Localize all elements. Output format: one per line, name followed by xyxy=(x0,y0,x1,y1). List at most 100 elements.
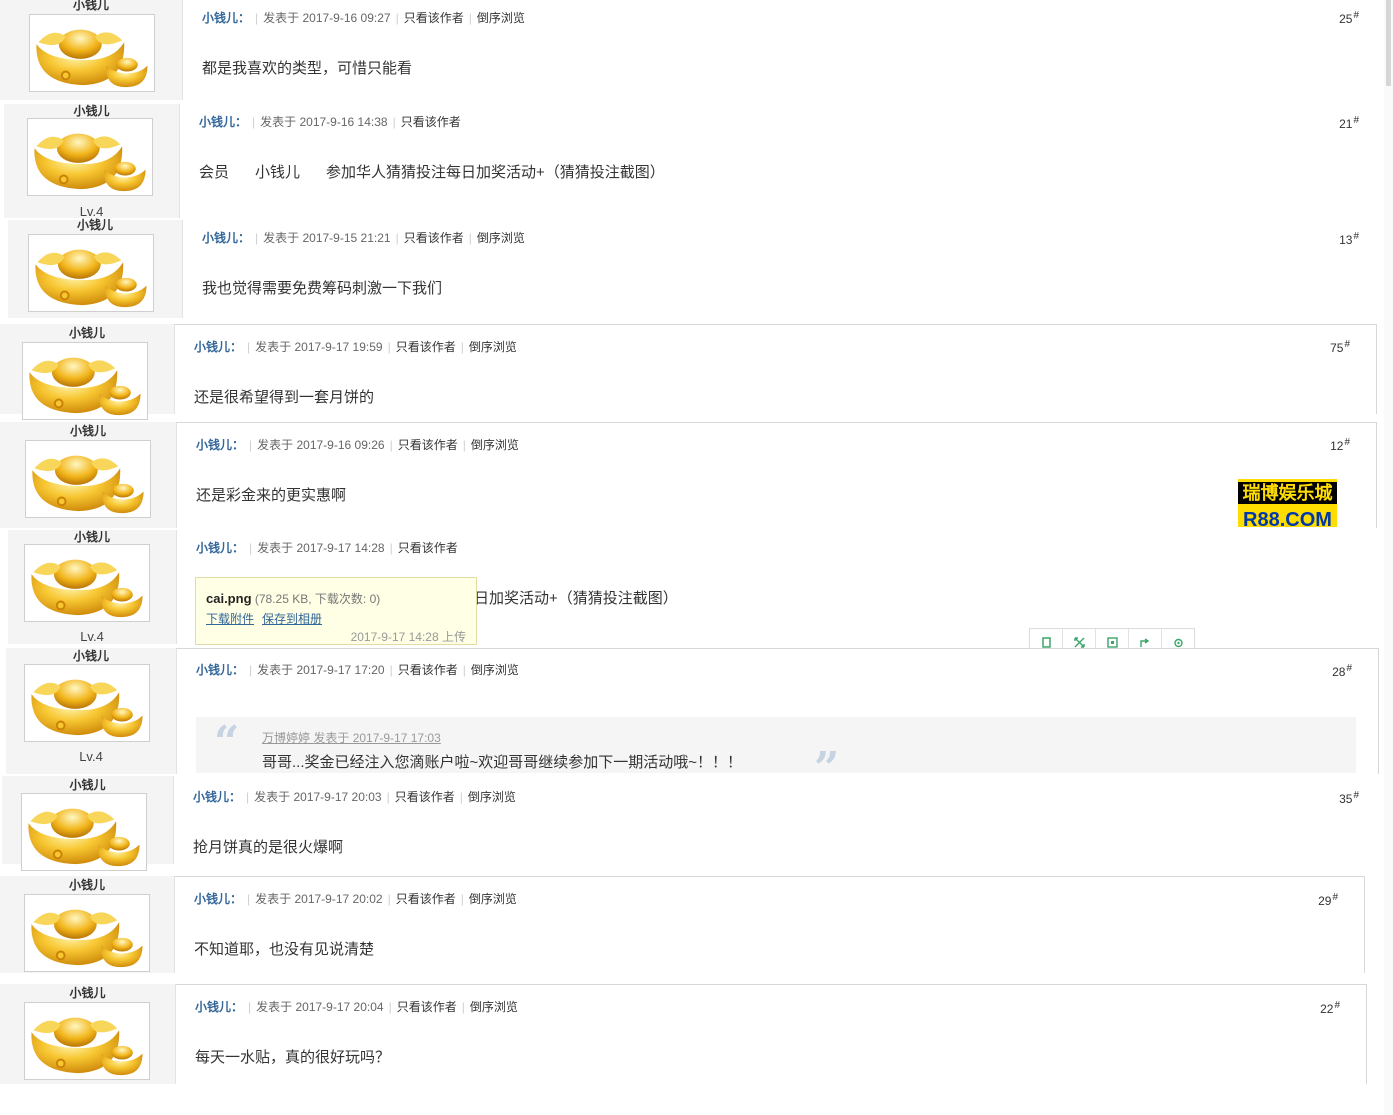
content-part: 会员 xyxy=(199,164,230,181)
only-author-link[interactable]: 只看该作者 xyxy=(397,1000,457,1014)
post-content: 都是我喜欢的类型，可惜只能看 xyxy=(202,60,413,77)
author-sidebar: 小钱儿 xyxy=(8,218,183,318)
quote-date: 发表于 2017-9-17 17:03 xyxy=(313,731,441,745)
post-author-link[interactable]: 小钱儿： xyxy=(194,340,242,354)
floor-value: 29 xyxy=(1318,894,1332,908)
reverse-order-link[interactable]: 倒序浏览 xyxy=(469,892,517,906)
post-author-link[interactable]: 小钱儿： xyxy=(202,231,250,245)
post-body: 小钱儿： | 发表于 2017-9-17 19:59 | 只看该作者 | 倒序浏览 75# … xyxy=(174,324,1377,414)
floor-number[interactable]: 13# xyxy=(1339,231,1359,247)
author-name[interactable]: 小钱儿 xyxy=(0,424,176,438)
floor-number[interactable]: 35# xyxy=(1339,790,1359,806)
post-3: 小钱儿 小钱儿： | 发表于 2017-9-17 19:59 | 只看该作者 | 倒序浏览 … xyxy=(0,324,1377,420)
author-sidebar: 小钱儿 Lv.4 xyxy=(4,104,180,219)
share-icon[interactable] xyxy=(1129,629,1162,648)
avatar[interactable] xyxy=(21,793,147,871)
only-author-link[interactable]: 只看该作者 xyxy=(396,340,456,354)
only-author-link[interactable]: 只看该作者 xyxy=(398,663,458,677)
post-body: 小钱儿： | 发表于 2017-9-17 20:04 | 只看该作者 | 倒序浏览 22# … xyxy=(175,984,1367,1084)
reverse-order-link[interactable]: 倒序浏览 xyxy=(468,790,516,804)
expand-icon[interactable] xyxy=(1063,629,1096,648)
floor-value: 21 xyxy=(1339,117,1353,131)
post-body: 小钱儿： | 发表于 2017-9-17 20:02 | 只看该作者 | 倒序浏览 29# … xyxy=(174,876,1365,973)
author-sidebar: 小钱儿 xyxy=(0,0,183,100)
scrollbar[interactable] xyxy=(1384,0,1393,1115)
post-body: 小钱儿： | 发表于 2017-9-16 09:26 | 只看该作者 | 倒序浏览 12# … xyxy=(176,422,1377,528)
floor-number[interactable]: 75# xyxy=(1330,339,1350,355)
author-name[interactable]: 小钱儿 xyxy=(0,986,175,1000)
post-body: 小钱儿： | 发表于 2017-9-17 17:20 | 只看该作者 | 倒序浏览 28# … xyxy=(176,648,1379,791)
post-8: 小钱儿 小钱儿： | 发表于 2017-9-17 20:02 | 只看该作者 | 倒序浏览 … xyxy=(0,876,1365,973)
author-name[interactable]: 小钱儿 xyxy=(0,878,174,892)
content-part[interactable]: 小钱儿 xyxy=(255,164,300,181)
square-icon[interactable] xyxy=(1030,629,1063,648)
author-name[interactable]: 小钱儿 xyxy=(0,326,174,340)
avatar[interactable] xyxy=(24,544,150,622)
ad-line-2: R88.COM xyxy=(1243,509,1332,527)
avatar[interactable] xyxy=(29,14,155,92)
only-author-link[interactable]: 只看该作者 xyxy=(404,11,464,25)
reverse-order-link[interactable]: 倒序浏览 xyxy=(477,11,525,25)
author-name[interactable]: 小钱儿 xyxy=(8,530,176,544)
only-author-link[interactable]: 只看该作者 xyxy=(401,115,461,129)
post-meta: 小钱儿： | 发表于 2017-9-17 20:02 | 只看该作者 | 倒序浏览 xyxy=(194,892,517,906)
author-name[interactable]: 小钱儿 xyxy=(0,0,182,12)
scrollbar-thumb[interactable] xyxy=(1386,0,1391,86)
reverse-order-link[interactable]: 倒序浏览 xyxy=(471,663,519,677)
only-author-link[interactable]: 只看该作者 xyxy=(398,541,458,555)
only-author-link[interactable]: 只看该作者 xyxy=(395,790,455,804)
quote-meta[interactable]: 万博婷婷 发表于 2017-9-17 17:03 xyxy=(262,729,441,746)
floor-value: 22 xyxy=(1320,1002,1334,1016)
frame-icon[interactable] xyxy=(1096,629,1129,648)
post-author-link[interactable]: 小钱儿： xyxy=(196,541,244,555)
post-2: 小钱儿 小钱儿： | 发表于 2017-9-15 21:21 | 只看该作者 | 倒序浏览 … xyxy=(8,218,1385,318)
author-sidebar: 小钱儿 Lv.4 xyxy=(6,648,177,774)
reverse-order-link[interactable]: 倒序浏览 xyxy=(471,438,519,452)
save-to-album-link[interactable]: 保存到相册 xyxy=(262,612,322,626)
post-content: 日加奖活动+（猜猜投注截图） xyxy=(474,590,678,607)
author-name[interactable]: 小钱儿 xyxy=(8,218,182,232)
author-name[interactable]: 小钱儿 xyxy=(6,649,176,663)
avatar[interactable] xyxy=(27,118,153,196)
only-author-link[interactable]: 只看该作者 xyxy=(404,231,464,245)
post-content: 会员 小钱儿 参加华人猜猜投注每日加奖活动+（猜猜投注截图） xyxy=(199,161,691,182)
reverse-order-link[interactable]: 倒序浏览 xyxy=(469,340,517,354)
post-date: 发表于 2017-9-15 21:21 xyxy=(263,231,391,245)
quote-block: “ 万博婷婷 发表于 2017-9-17 17:03 哥哥...奖金已经注入您滴… xyxy=(196,717,1356,791)
post-author-link[interactable]: 小钱儿： xyxy=(196,438,244,452)
avatar[interactable] xyxy=(24,894,150,972)
avatar[interactable] xyxy=(24,664,150,742)
quote-text: 哥哥...奖金已经注入您滴账户啦~欢迎哥哥继续参加下一期活动哦~！！！ xyxy=(262,754,743,771)
casino-ad-banner[interactable]: 瑞博娱乐城 R88.COM xyxy=(1238,479,1337,527)
floor-number[interactable]: 25# xyxy=(1339,10,1359,26)
author-name[interactable]: 小钱儿 xyxy=(2,778,173,792)
post-author-link[interactable]: 小钱儿： xyxy=(199,115,247,129)
post-author-link[interactable]: 小钱儿： xyxy=(202,11,250,25)
avatar[interactable] xyxy=(22,342,148,420)
ad-line-1: 瑞博娱乐城 xyxy=(1238,482,1337,504)
post-9: 小钱儿 小钱儿： | 发表于 2017-9-17 20:04 | 只看该作者 | 倒序浏览 … xyxy=(0,984,1367,1084)
avatar[interactable] xyxy=(24,1002,150,1080)
author-sidebar: 小钱儿 xyxy=(0,984,176,1084)
post-author-link[interactable]: 小钱儿： xyxy=(194,892,242,906)
avatar[interactable] xyxy=(28,234,154,312)
author-name[interactable]: 小钱儿 xyxy=(4,104,179,118)
only-author-link[interactable]: 只看该作者 xyxy=(396,892,456,906)
gear-icon[interactable] xyxy=(1162,629,1194,648)
floor-number[interactable]: 29# xyxy=(1318,892,1338,908)
floor-number[interactable]: 12# xyxy=(1330,437,1350,453)
post-author-link[interactable]: 小钱儿： xyxy=(196,663,244,677)
reverse-order-link[interactable]: 倒序浏览 xyxy=(477,231,525,245)
avatar[interactable] xyxy=(25,440,151,518)
reverse-order-link[interactable]: 倒序浏览 xyxy=(470,1000,518,1014)
post-author-link[interactable]: 小钱儿： xyxy=(193,790,241,804)
floor-number[interactable]: 22# xyxy=(1320,1000,1340,1016)
only-author-link[interactable]: 只看该作者 xyxy=(398,438,458,452)
post-author-link[interactable]: 小钱儿： xyxy=(195,1000,243,1014)
floor-number[interactable]: 28# xyxy=(1332,663,1352,679)
author-sidebar: 小钱儿 xyxy=(0,876,175,973)
post-body: 小钱儿： | 发表于 2017-9-16 14:38 | 只看该作者 21# 会员 小钱儿… xyxy=(179,104,1385,218)
download-attachment-link[interactable]: 下载附件 xyxy=(206,612,254,626)
user-level: Lv.4 xyxy=(80,629,104,644)
floor-number[interactable]: 21# xyxy=(1339,115,1359,131)
